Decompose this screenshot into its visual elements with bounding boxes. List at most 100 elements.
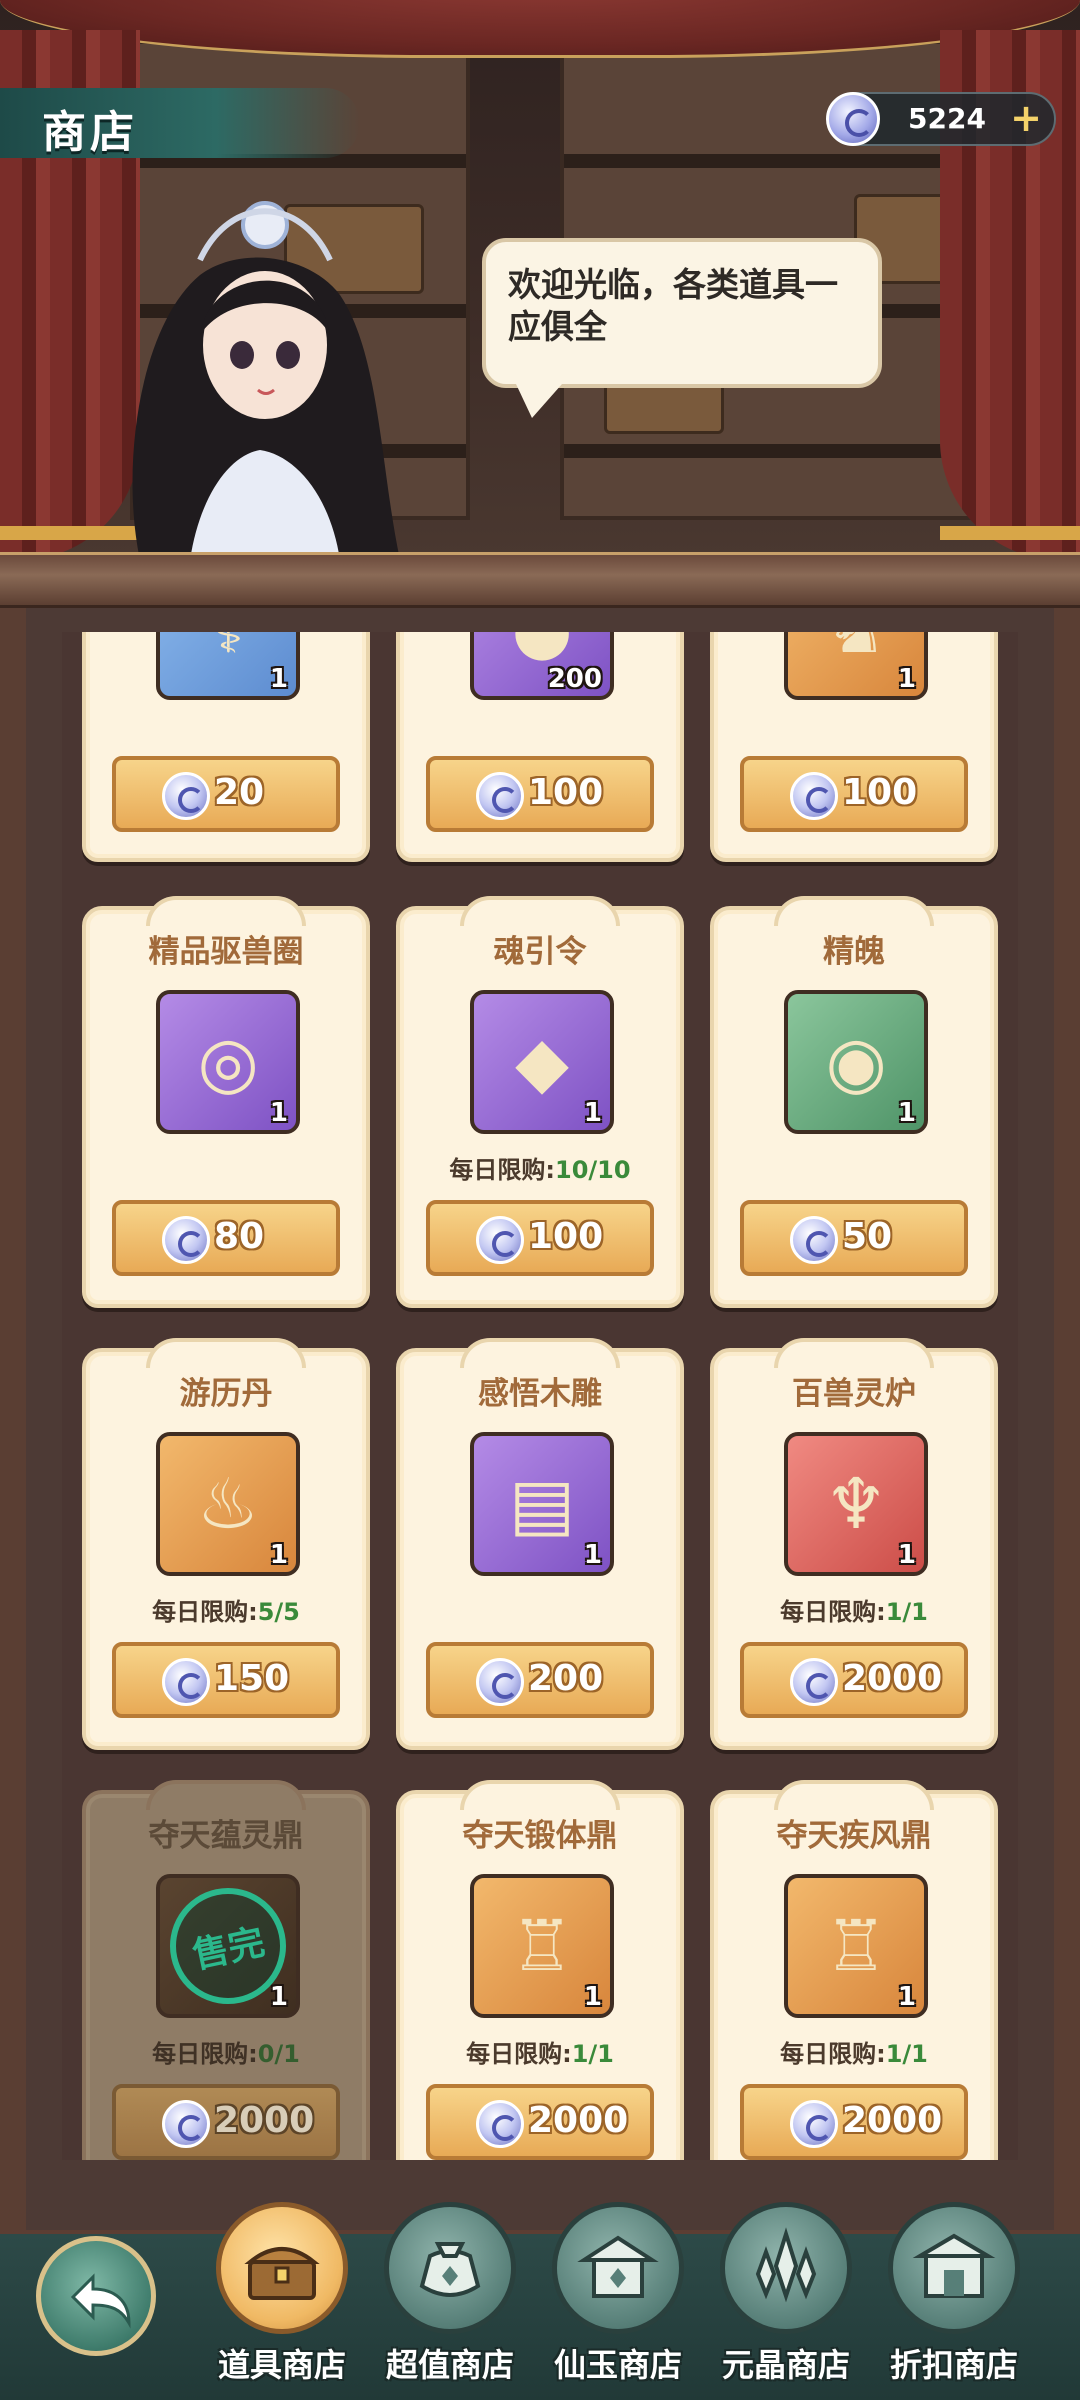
item-name: 感悟木雕 bbox=[478, 1376, 602, 1412]
item-icon-frame: ◎ 1 bbox=[156, 990, 300, 1134]
tab-discount-shop[interactable]: 折扣商店 bbox=[884, 2198, 1024, 2398]
npc-speech-bubble: 欢迎光临，各类道具一应俱全 bbox=[482, 238, 882, 418]
spirit-coin-icon bbox=[476, 2100, 524, 2148]
nav-icon-circle bbox=[384, 2202, 516, 2334]
item-name: 夺天锻体鼎 bbox=[462, 1818, 618, 1854]
shop-item-card[interactable]: 游历丹 ♨ 1 每日限购:5/5 150 bbox=[82, 1338, 370, 1750]
currency-amount: 5224 bbox=[908, 102, 986, 135]
item-icon-frame: ♞ 1 bbox=[784, 632, 928, 700]
item-name: 夺天疾风鼎 bbox=[776, 1818, 932, 1854]
shopkeeper-character bbox=[80, 165, 440, 560]
item-count: 1 bbox=[897, 664, 916, 694]
nav-icon-circle bbox=[888, 2202, 1020, 2334]
shop-item-card[interactable]: ● 200 100 bbox=[396, 632, 684, 862]
daily-limit: 每日限购:1/1 bbox=[780, 1598, 928, 1626]
buy-button[interactable]: 50 bbox=[740, 1200, 968, 1276]
shop-item-card-soldout[interactable]: 夺天蕴灵鼎 1 售完 每日限购:0/1 2000 bbox=[82, 1780, 370, 2160]
tab-crystal-shop[interactable]: 元晶商店 bbox=[716, 2198, 856, 2398]
item-name: 夺天蕴灵鼎 bbox=[148, 1818, 304, 1854]
shop-item-card[interactable]: 精魄 ◉ 1 50 bbox=[710, 896, 998, 1308]
item-icon-frame: ♨ 1 bbox=[156, 1432, 300, 1576]
shop-item-grid[interactable]: ⚕ 1 20 ● 200 100 ♞ 1 100 精品驱兽圈 ◎ bbox=[62, 632, 1018, 2160]
spirit-coin-icon bbox=[476, 772, 524, 820]
item-count: 1 bbox=[269, 1098, 288, 1128]
buy-button[interactable]: 20 bbox=[112, 756, 340, 832]
nav-icon-circle bbox=[720, 2202, 852, 2334]
item-icon-frame: ♖ 1 bbox=[470, 1874, 614, 2018]
item-icon-frame: ▤ 1 bbox=[470, 1432, 614, 1576]
daily-limit: 每日限购:1/1 bbox=[466, 2040, 614, 2068]
price-value: 200 bbox=[528, 1658, 604, 1699]
item-count: 1 bbox=[897, 1098, 916, 1128]
shop-item-card[interactable]: 夺天锻体鼎 ♖ 1 每日限购:1/1 2000 bbox=[396, 1780, 684, 2160]
crystal-icon bbox=[755, 2227, 817, 2303]
item-icon-frame: ♖ 1 bbox=[784, 1874, 928, 2018]
tab-value-shop[interactable]: 超值商店 bbox=[380, 2198, 520, 2398]
item-count: 200 bbox=[547, 664, 602, 694]
wooden-divider bbox=[0, 552, 1080, 608]
tab-label: 道具商店 bbox=[217, 2346, 346, 2384]
item-count: 1 bbox=[583, 1540, 602, 1570]
buy-button[interactable]: 200 bbox=[426, 1642, 654, 1718]
item-icon-frame: ⚕ 1 bbox=[156, 632, 300, 700]
daily-limit: 每日限购:10/10 bbox=[449, 1156, 631, 1184]
daily-limit: 每日限购:1/1 bbox=[780, 2040, 928, 2068]
page-title: 商店 bbox=[42, 107, 138, 158]
item-icon-frame: ♆ 1 bbox=[784, 1432, 928, 1576]
tab-jade-shop[interactable]: 仙玉商店 bbox=[548, 2198, 688, 2398]
tab-label: 折扣商店 bbox=[889, 2346, 1018, 2384]
item-name: 精品驱兽圈 bbox=[148, 934, 304, 970]
tab-item-shop[interactable]: 道具商店 bbox=[212, 2198, 352, 2398]
buy-button[interactable]: 2000 bbox=[112, 2084, 340, 2160]
price-value: 2000 bbox=[528, 2100, 629, 2141]
buy-button[interactable]: 150 bbox=[112, 1642, 340, 1718]
price-value: 2000 bbox=[842, 1658, 943, 1699]
npc-greeting: 欢迎光临，各类道具一应俱全 bbox=[508, 265, 838, 346]
shop-item-card[interactable]: 感悟木雕 ▤ 1 200 bbox=[396, 1338, 684, 1750]
item-name: 百兽灵炉 bbox=[792, 1376, 916, 1412]
nav-icon-circle bbox=[552, 2202, 684, 2334]
daily-limit: 每日限购:0/1 bbox=[152, 2040, 300, 2068]
spirit-coin-icon bbox=[162, 772, 210, 820]
nav-icon-circle bbox=[216, 2202, 348, 2334]
item-count: 1 bbox=[269, 1982, 288, 2012]
price-value: 50 bbox=[842, 1216, 893, 1257]
spirit-coin-icon bbox=[790, 1658, 838, 1706]
shop-item-card[interactable]: 精品驱兽圈 ◎ 1 80 bbox=[82, 896, 370, 1308]
price-value: 100 bbox=[528, 1216, 604, 1257]
spirit-coin-icon bbox=[790, 1216, 838, 1264]
tab-label: 超值商店 bbox=[385, 2346, 514, 2384]
shop-item-card[interactable]: 夺天疾风鼎 ♖ 1 每日限购:1/1 2000 bbox=[710, 1780, 998, 2160]
spirit-coin-icon bbox=[476, 1216, 524, 1264]
price-value: 80 bbox=[214, 1216, 265, 1257]
price-value: 2000 bbox=[842, 2100, 943, 2141]
price-value: 150 bbox=[214, 1658, 290, 1699]
buy-button[interactable]: 80 bbox=[112, 1200, 340, 1276]
shop-item-card[interactable]: 魂引令 ◆ 1 每日限购:10/10 100 bbox=[396, 896, 684, 1308]
shop-item-card[interactable]: ⚕ 1 20 bbox=[82, 632, 370, 862]
shop-item-card[interactable]: ♞ 1 100 bbox=[710, 632, 998, 862]
buy-button[interactable]: 2000 bbox=[426, 2084, 654, 2160]
item-count: 1 bbox=[583, 1098, 602, 1128]
buy-button[interactable]: 2000 bbox=[740, 2084, 968, 2160]
item-name: 游历丹 bbox=[179, 1376, 273, 1412]
item-count: 1 bbox=[897, 1540, 916, 1570]
price-value: 20 bbox=[214, 772, 265, 813]
buy-button[interactable]: 100 bbox=[426, 1200, 654, 1276]
spirit-coin-icon bbox=[162, 2100, 210, 2148]
shop-item-card[interactable]: 百兽灵炉 ♆ 1 每日限购:1/1 2000 bbox=[710, 1338, 998, 1750]
shop-building-icon bbox=[912, 2233, 996, 2298]
item-count: 1 bbox=[583, 1982, 602, 2012]
price-value: 100 bbox=[528, 772, 604, 813]
item-count: 1 bbox=[269, 664, 288, 694]
buy-button[interactable]: 100 bbox=[740, 756, 968, 832]
add-currency-button[interactable]: + bbox=[1008, 99, 1044, 137]
tab-label: 元晶商店 bbox=[721, 2346, 850, 2384]
back-button[interactable] bbox=[36, 2236, 156, 2356]
spirit-coin-icon bbox=[162, 1216, 210, 1264]
buy-button[interactable]: 2000 bbox=[740, 1642, 968, 1718]
item-name: 魂引令 bbox=[493, 934, 587, 970]
treasure-chest-icon bbox=[244, 2247, 320, 2300]
buy-button[interactable]: 100 bbox=[426, 756, 654, 832]
pavilion-icon bbox=[577, 2235, 659, 2298]
